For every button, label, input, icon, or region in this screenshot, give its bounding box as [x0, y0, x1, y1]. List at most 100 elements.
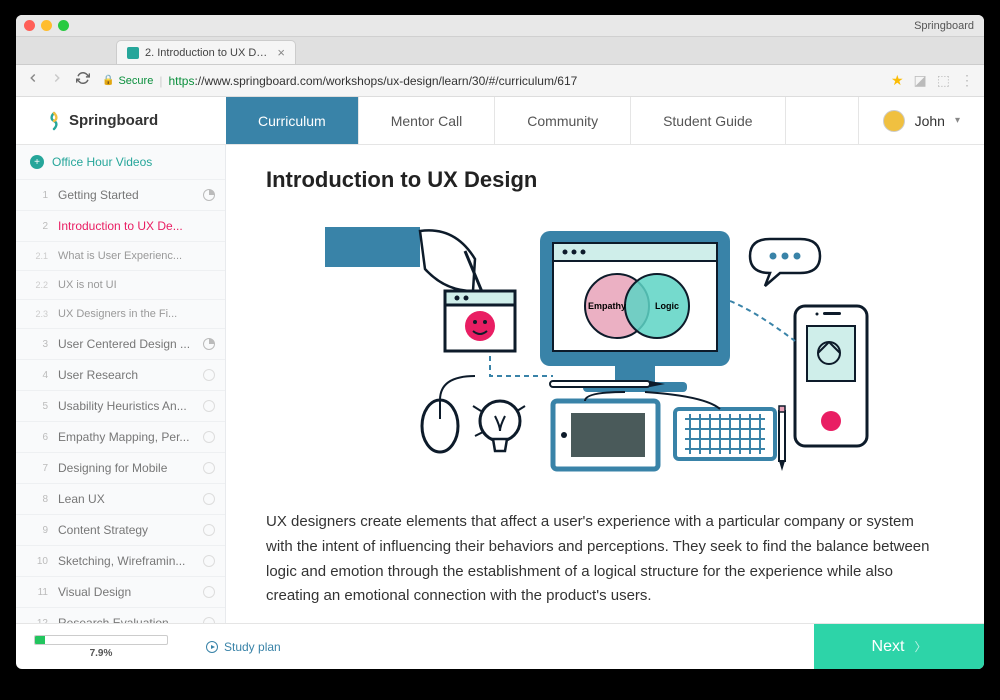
- minimize-window-button[interactable]: [41, 20, 52, 31]
- sidebar-item-label: UX Designers in the Fi...: [58, 308, 193, 320]
- sidebar-item[interactable]: 9 Content Strategy: [16, 515, 225, 546]
- sidebar-item-label: Lean UX: [58, 492, 193, 506]
- extension-icon[interactable]: ◪: [914, 72, 927, 89]
- sidebar-item[interactable]: 6 Empathy Mapping, Per...: [16, 422, 225, 453]
- sidebar-item-label: User Centered Design ...: [58, 337, 193, 351]
- sidebar: + Office Hour Videos 1Getting Started2In…: [16, 145, 226, 623]
- sidebar-item-number: 4: [30, 370, 48, 381]
- sidebar-item[interactable]: 12Research Evaluation: [16, 608, 225, 623]
- status-icon: [203, 189, 215, 201]
- reload-button[interactable]: [76, 71, 90, 90]
- sidebar-item[interactable]: 2.3 UX Designers in the Fi...: [16, 300, 225, 329]
- sidebar-item[interactable]: 2.1 What is User Experienc...: [16, 242, 225, 271]
- chevron-right-icon: 〉: [914, 638, 926, 655]
- svg-text:Empathy: Empathy: [588, 301, 626, 311]
- sidebar-item[interactable]: 5 Usability Heuristics An...: [16, 391, 225, 422]
- sidebar-item-number: 2.3: [30, 309, 48, 319]
- sidebar-item-number: 2.1: [30, 251, 48, 261]
- status-icon: [203, 369, 215, 381]
- traffic-lights: [24, 20, 69, 31]
- sidebar-item-number: 2.2: [30, 280, 48, 290]
- menu-icon[interactable]: ⋮: [960, 72, 974, 89]
- sidebar-item-number: 2: [30, 221, 48, 232]
- status-icon: [203, 338, 215, 350]
- sidebar-item[interactable]: 10Sketching, Wireframin...: [16, 546, 225, 577]
- back-button[interactable]: [26, 71, 40, 90]
- tab-curriculum[interactable]: Curriculum: [226, 97, 359, 144]
- close-window-button[interactable]: [24, 20, 35, 31]
- extension-icon-2[interactable]: ⬚: [937, 72, 950, 89]
- user-menu[interactable]: John ▾: [858, 97, 984, 144]
- sidebar-item[interactable]: 7Designing for Mobile: [16, 453, 225, 484]
- sidebar-item-label: Empathy Mapping, Per...: [58, 430, 193, 444]
- url-field[interactable]: 🔒 Secure | https://www.springboard.com/w…: [102, 74, 879, 88]
- sidebar-item-label: Visual Design: [58, 585, 193, 599]
- status-icon: [203, 493, 215, 505]
- sidebar-item-label: UX is not UI: [58, 279, 193, 291]
- sidebar-item[interactable]: 4 User Research: [16, 360, 225, 391]
- titlebar: Springboard: [16, 15, 984, 37]
- browser-tabstrip: 2. Introduction to UX Design - ×: [16, 37, 984, 65]
- status-icon: [203, 462, 215, 474]
- address-bar: 🔒 Secure | https://www.springboard.com/w…: [16, 65, 984, 97]
- status-icon: [203, 524, 215, 536]
- app-header: Springboard Curriculum Mentor Call Commu…: [16, 97, 984, 145]
- sidebar-item-label: Content Strategy: [58, 523, 193, 537]
- forward-button[interactable]: [50, 71, 64, 90]
- status-icon: [203, 586, 215, 598]
- tab-mentor-call[interactable]: Mentor Call: [359, 97, 496, 144]
- sidebar-item-number: 3: [30, 339, 48, 350]
- sidebar-item-label: Sketching, Wireframin...: [58, 554, 193, 568]
- sidebar-item-label: User Research: [58, 368, 193, 382]
- sidebar-header[interactable]: + Office Hour Videos: [16, 145, 225, 180]
- logo-text: Springboard: [69, 112, 158, 129]
- hero-illustration: Empathy Logic: [266, 211, 944, 481]
- sidebar-item[interactable]: 2.2 UX is not UI: [16, 271, 225, 300]
- secure-badge: 🔒 Secure: [102, 75, 153, 87]
- sidebar-item-label: Getting Started: [58, 188, 193, 202]
- close-tab-icon[interactable]: ×: [277, 45, 285, 60]
- springboard-logo-icon: [46, 111, 62, 131]
- logo-area[interactable]: Springboard: [16, 97, 226, 144]
- sidebar-item-number: 6: [30, 432, 48, 443]
- app-body: + Office Hour Videos 1Getting Started2In…: [16, 145, 984, 623]
- progress-bar: [34, 635, 168, 645]
- window-title-right: Springboard: [914, 20, 974, 32]
- app-footer: 7.9% Study plan Next 〉: [16, 623, 984, 669]
- study-plan-link[interactable]: Study plan: [186, 624, 814, 669]
- sidebar-item-label: Usability Heuristics An...: [58, 399, 193, 413]
- sidebar-item-label: What is User Experienc...: [58, 250, 193, 262]
- sidebar-item[interactable]: 8Lean UX: [16, 484, 225, 515]
- progress-text: 7.9%: [90, 648, 113, 659]
- plus-icon: +: [30, 155, 44, 169]
- progress-area: 7.9%: [16, 624, 186, 669]
- avatar: [883, 110, 905, 132]
- sidebar-item[interactable]: 11Visual Design: [16, 577, 225, 608]
- address-bar-icons: ★ ◪ ⬚ ⋮: [891, 72, 974, 89]
- sidebar-item-label: Designing for Mobile: [58, 461, 193, 475]
- bookmark-star-icon[interactable]: ★: [891, 72, 904, 89]
- svg-text:Logic: Logic: [655, 301, 679, 311]
- sidebar-item-number: 5: [30, 401, 48, 412]
- user-name: John: [915, 113, 945, 129]
- sidebar-item[interactable]: 1Getting Started: [16, 180, 225, 211]
- nav-tabs: Curriculum Mentor Call Community Student…: [226, 97, 858, 144]
- browser-window: Springboard 2. Introduction to UX Design…: [16, 15, 984, 669]
- play-ring-icon: [206, 641, 218, 653]
- tab-community[interactable]: Community: [495, 97, 631, 144]
- nav-arrows: [26, 71, 64, 90]
- sidebar-item-label: Research Evaluation: [58, 616, 193, 623]
- tab-student-guide[interactable]: Student Guide: [631, 97, 786, 144]
- tab-title: 2. Introduction to UX Design -: [145, 47, 271, 59]
- content-body: UX designers create elements that affect…: [266, 510, 944, 609]
- browser-tab[interactable]: 2. Introduction to UX Design - ×: [116, 40, 296, 64]
- next-button[interactable]: Next 〉: [814, 624, 984, 669]
- maximize-window-button[interactable]: [58, 20, 69, 31]
- sidebar-item-number: 9: [30, 525, 48, 536]
- status-icon: [203, 431, 215, 443]
- status-icon: [203, 400, 215, 412]
- sidebar-item[interactable]: 3 User Centered Design ...: [16, 329, 225, 360]
- sidebar-item[interactable]: 2Introduction to UX De...: [16, 211, 225, 242]
- lock-icon: 🔒: [102, 75, 114, 86]
- progress-fill: [35, 636, 45, 644]
